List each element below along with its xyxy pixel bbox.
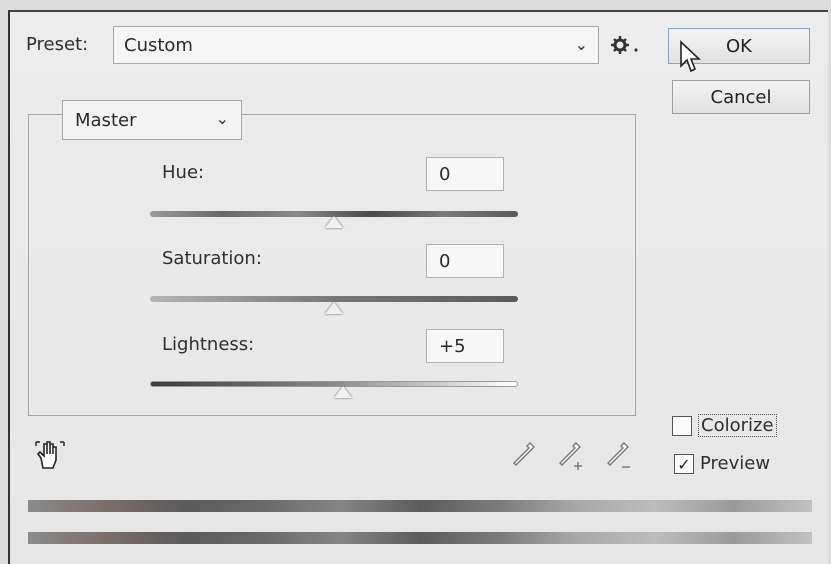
chevron-down-icon: ⌄ xyxy=(215,109,229,128)
cancel-button[interactable]: Cancel xyxy=(672,80,810,114)
channel-dropdown[interactable]: Master ⌄ xyxy=(62,100,242,140)
preset-value: Custom xyxy=(124,34,193,56)
eyedropper-minus-icon[interactable] xyxy=(604,440,634,476)
adjustment-panel xyxy=(28,114,636,416)
preset-label: Preset: xyxy=(26,34,89,55)
preview-checkbox[interactable]: ✓ xyxy=(674,454,694,474)
lightness-label: Lightness: xyxy=(162,334,255,355)
preview-label[interactable]: Preview xyxy=(700,453,770,474)
hue-slider-thumb[interactable] xyxy=(325,216,343,228)
eyedropper-plus-icon[interactable] xyxy=(556,440,586,476)
chevron-down-icon: ⌄ xyxy=(574,35,588,54)
input-color-ramp xyxy=(28,500,812,512)
saturation-label: Saturation: xyxy=(162,248,262,269)
colorize-checkbox[interactable] xyxy=(672,416,692,436)
checkmark-icon: ✓ xyxy=(677,454,691,474)
pointer-cursor-icon xyxy=(678,40,702,78)
hue-label: Hue: xyxy=(162,162,205,183)
saturation-slider-thumb[interactable] xyxy=(325,302,343,314)
hand-adjust-icon[interactable] xyxy=(34,438,66,474)
gear-icon[interactable] xyxy=(610,33,640,57)
preset-dropdown[interactable]: Custom ⌄ xyxy=(113,26,599,64)
colorize-label[interactable]: Colorize xyxy=(698,414,777,437)
lightness-value-field[interactable]: +5 xyxy=(426,329,504,363)
channel-value: Master xyxy=(75,109,137,131)
hue-value-field[interactable]: 0 xyxy=(426,157,504,191)
ok-label: OK xyxy=(726,35,752,57)
saturation-value-field[interactable]: 0 xyxy=(426,244,504,278)
lightness-slider-thumb[interactable] xyxy=(334,386,353,398)
eyedropper-icon[interactable] xyxy=(510,440,536,474)
output-color-ramp xyxy=(28,532,812,544)
cancel-label: Cancel xyxy=(710,86,772,108)
